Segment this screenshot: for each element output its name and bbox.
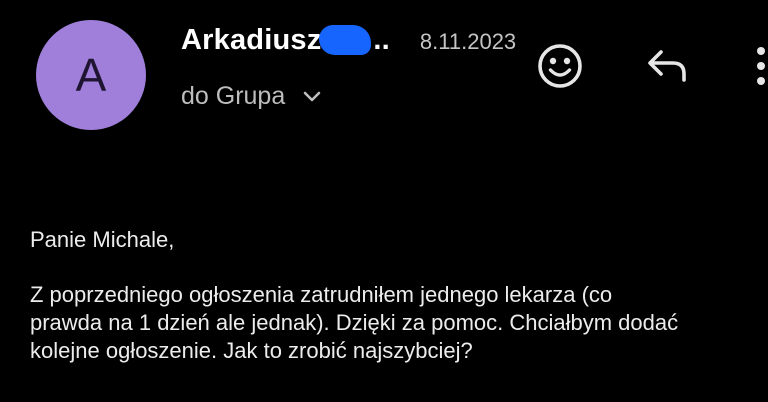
sender-name-suffix: .. (373, 24, 390, 56)
sender-name-text: Arkadiusz (181, 24, 322, 56)
message-date: 8.11.2023 (419, 29, 517, 54)
message-body: Panie Michale, Z poprzedniego ogłoszenia… (30, 226, 768, 365)
message-greeting: Panie Michale, (30, 227, 175, 252)
recipient-toggle[interactable]: do Grupa (181, 82, 323, 111)
more-vertical-icon (750, 42, 766, 95)
emoji-smile-icon (536, 42, 584, 95)
sender-name[interactable]: Arkadiusz.. (181, 24, 390, 57)
redaction-mark (319, 25, 372, 55)
message-paragraph: Z poprzedniego ogłoszenia zatrudniłem je… (30, 282, 679, 363)
avatar-letter: A (75, 49, 107, 101)
avatar[interactable]: A (36, 20, 146, 130)
reply-arrow-icon (645, 46, 691, 91)
sender-row: Arkadiusz.. 8.11.2023 (181, 24, 516, 57)
chevron-down-icon (301, 86, 323, 108)
reply-button[interactable] (642, 44, 694, 92)
recipient-label: do Grupa (181, 82, 286, 110)
emoji-reaction-button[interactable] (534, 42, 586, 94)
more-options-button[interactable] (748, 38, 768, 98)
